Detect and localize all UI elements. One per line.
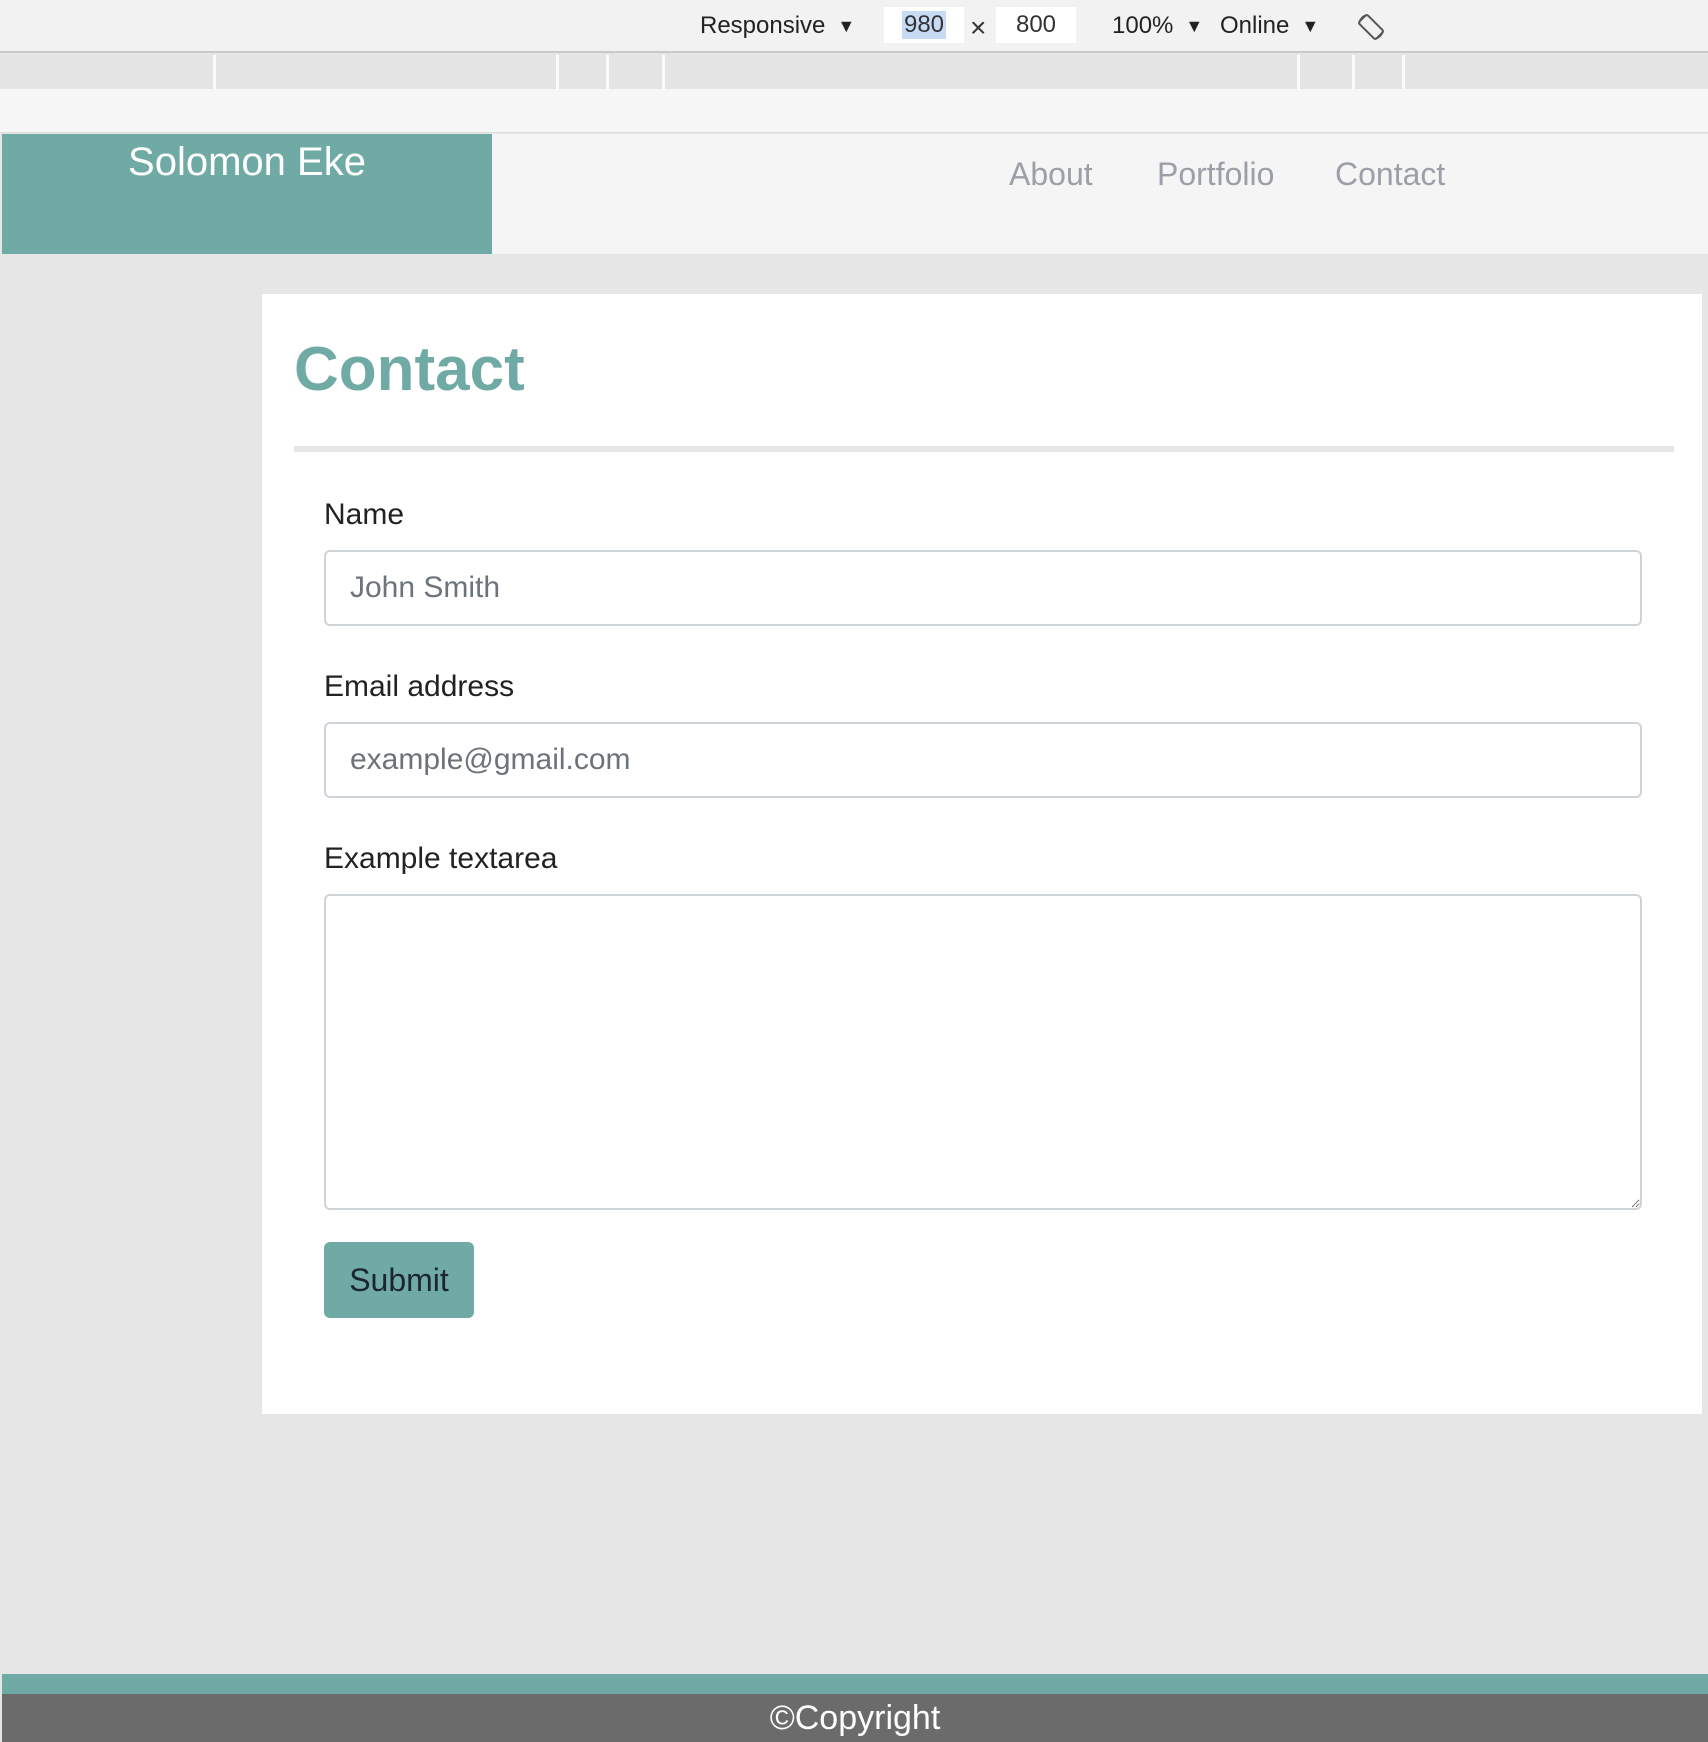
ruler-tick	[662, 55, 665, 89]
message-textarea[interactable]	[324, 894, 1642, 1210]
width-field[interactable]: 980	[884, 7, 964, 43]
contact-card: Contact Name Email address Example texta…	[262, 294, 1702, 1414]
times-icon: ×	[970, 12, 987, 43]
zoom-label: 100%	[1112, 12, 1174, 39]
name-label: Name	[324, 498, 405, 531]
ruler-tick	[606, 55, 609, 89]
email-label: Email address	[324, 670, 515, 703]
rotate-icon[interactable]	[1355, 11, 1387, 43]
nav-link-portfolio[interactable]: Portfolio	[1157, 156, 1274, 193]
browser-frame: Responsive ▼ 980 × 800 100% ▼ Online ▼ S…	[0, 0, 1708, 1742]
chevron-down-icon: ▼	[1185, 15, 1204, 36]
textarea-label: Example textarea	[324, 842, 558, 875]
nav-link-about[interactable]: About	[1009, 156, 1093, 193]
height-field[interactable]: 800	[996, 7, 1076, 43]
viewport-gutter	[0, 89, 1708, 133]
device-label: Responsive	[700, 12, 826, 39]
ruler-tick	[1352, 55, 1355, 89]
device-select[interactable]: Responsive ▼	[700, 10, 855, 42]
brand-logo[interactable]: Solomon Eke	[2, 134, 492, 254]
footer: ©Copyright	[2, 1694, 1708, 1742]
chevron-down-icon: ▼	[837, 15, 856, 36]
name-field[interactable]	[324, 550, 1642, 626]
network-select[interactable]: Online ▼	[1220, 10, 1319, 42]
zoom-select[interactable]: 100% ▼	[1112, 10, 1203, 42]
ruler-tick	[556, 55, 559, 89]
submit-button[interactable]: Submit	[324, 1242, 474, 1318]
page-title: Contact	[294, 335, 525, 404]
navbar: Solomon Eke About Portfolio Contact	[2, 134, 1708, 254]
ruler-tick	[1297, 55, 1300, 89]
footer-accent-bar	[2, 1674, 1708, 1694]
divider	[294, 446, 1674, 452]
width-value: 980	[901, 11, 947, 39]
media-query-ruler	[0, 55, 1708, 89]
ruler-tick	[213, 55, 216, 89]
devtools-toolbar: Responsive ▼ 980 × 800 100% ▼ Online ▼	[0, 0, 1708, 53]
nav-link-contact[interactable]: Contact	[1335, 156, 1445, 193]
ruler-tick	[1402, 55, 1405, 89]
copyright-text: ©Copyright	[769, 1699, 941, 1737]
chevron-down-icon: ▼	[1301, 15, 1320, 36]
email-field[interactable]	[324, 722, 1642, 798]
page: Solomon Eke About Portfolio Contact Cont…	[2, 134, 1708, 1742]
network-label: Online	[1220, 12, 1290, 39]
height-value: 800	[1015, 11, 1057, 38]
